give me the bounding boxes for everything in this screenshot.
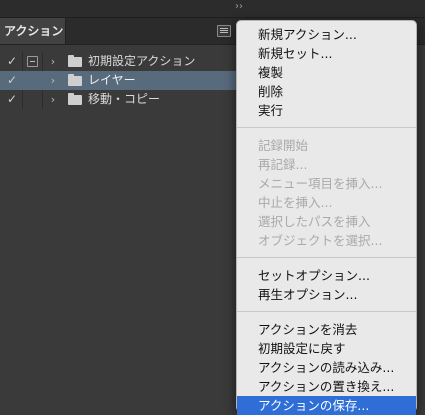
menu-item-set-options[interactable]: セットオプション... (237, 266, 416, 285)
menu-item-clear-actions[interactable]: アクションを消去 (237, 320, 416, 339)
menu-item-save-actions[interactable]: アクションの保存... (237, 396, 416, 415)
action-set-row[interactable]: ✓ › レイヤー (0, 71, 236, 90)
menu-separator (237, 257, 416, 258)
menu-item-select-object: オブジェクトを選択... (258, 233, 383, 248)
menu-item-new-action[interactable]: 新規アクション... (237, 25, 416, 44)
menu-separator (237, 127, 416, 128)
folder-icon (68, 55, 82, 67)
menu-item-load-actions[interactable]: アクションの読み込み... (237, 358, 416, 377)
chevron-right-icon[interactable]: › (48, 52, 58, 71)
action-set-row[interactable]: ✓ › 初期設定アクション (0, 52, 236, 71)
action-set-list: ✓ › 初期設定アクション ✓ › レイヤー ✓ › 移動・コピー (0, 52, 236, 109)
menu-item-playback-options[interactable]: 再生オプション... (237, 285, 416, 304)
panel-top-strip: ›› (0, 0, 425, 18)
chevron-right-icon[interactable]: › (48, 90, 58, 109)
folder-icon (68, 74, 82, 86)
menu-item-replace-actions[interactable]: アクションの置き換え... (237, 377, 416, 396)
menu-item-duplicate[interactable]: 複製 (237, 63, 416, 82)
menu-item-start-recording: 記録開始 (258, 138, 309, 153)
menu-item-play[interactable]: 実行 (237, 101, 416, 120)
checkmark-icon[interactable]: ✓ (5, 52, 19, 71)
checkmark-icon[interactable]: ✓ (5, 90, 19, 109)
menu-item-insert-stop: 中止を挿入... (258, 195, 333, 210)
action-set-row[interactable]: ✓ › 移動・コピー (0, 90, 236, 109)
menu-item-insert-path: 選択したパスを挿入 (258, 214, 371, 229)
action-set-label: レイヤー (88, 73, 136, 87)
menu-item-new-set[interactable]: 新規セット... (237, 44, 416, 63)
collapse-icon[interactable]: ›› (232, 1, 246, 13)
folder-icon (68, 93, 82, 105)
menu-separator (237, 311, 416, 312)
action-set-label: 移動・コピー (88, 92, 161, 106)
panel-flyout-menu: 新規アクション... 新規セット... 複製 削除 実行 記録開始 再記録...… (236, 20, 417, 415)
dialog-toggle-icon[interactable] (27, 56, 38, 67)
tab-actions[interactable]: アクション (0, 18, 66, 44)
menu-item-insert-menu-item: メニュー項目を挿入... (258, 176, 383, 191)
chevron-right-icon[interactable]: › (48, 71, 58, 90)
panel-menu-icon[interactable] (217, 25, 231, 37)
action-set-label: 初期設定アクション (88, 54, 196, 68)
menu-item-record-again: 再記録... (258, 157, 308, 172)
checkmark-icon[interactable]: ✓ (5, 71, 19, 90)
menu-item-reset-actions[interactable]: 初期設定に戻す (237, 339, 416, 358)
menu-item-delete[interactable]: 削除 (237, 82, 416, 101)
